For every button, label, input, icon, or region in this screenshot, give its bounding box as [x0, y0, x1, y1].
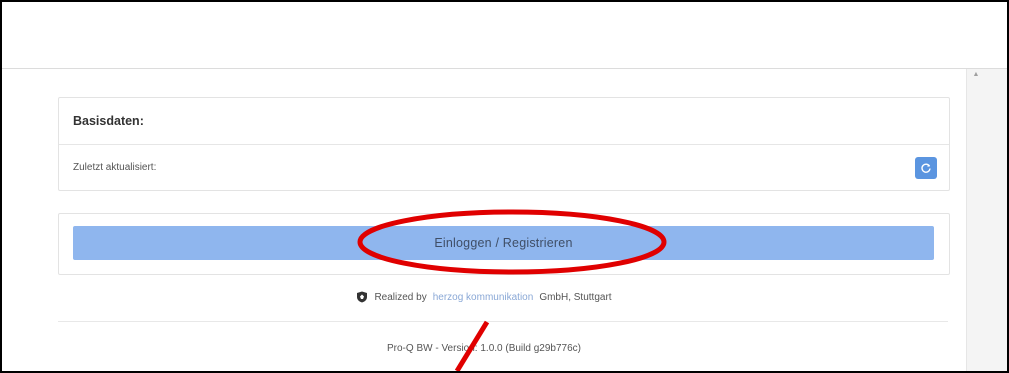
shield-icon: [357, 291, 368, 303]
scroll-up-icon[interactable]: ▲: [971, 71, 981, 79]
browser-frame: Basisdaten: Zuletzt aktualisiert: Einlog…: [0, 0, 1009, 373]
last-updated-row: Zuletzt aktualisiert:: [59, 145, 949, 190]
top-bar: [2, 2, 1007, 69]
main-content: Basisdaten: Zuletzt aktualisiert: Einlog…: [2, 69, 966, 371]
credit-suffix: GmbH, Stuttgart: [539, 291, 612, 303]
footer-divider: [58, 321, 948, 322]
version-text: Pro-Q BW - Version: 1.0.0 (Build g29b776…: [387, 343, 581, 354]
basisdaten-header: Basisdaten:: [59, 98, 949, 145]
basisdaten-title: Basisdaten:: [73, 114, 144, 128]
refresh-icon: [921, 163, 931, 173]
agency-link[interactable]: herzog kommunikation: [433, 292, 534, 303]
last-updated-label: Zuletzt aktualisiert:: [73, 162, 157, 173]
credit-line: Realized by herzog kommunikation GmbH, S…: [2, 291, 966, 303]
login-card: Einloggen / Registrieren: [58, 213, 950, 275]
login-register-button[interactable]: Einloggen / Registrieren: [73, 226, 934, 260]
vertical-scrollbar[interactable]: ▲: [966, 69, 1007, 371]
credit-prefix: Realized by: [374, 291, 427, 303]
refresh-button[interactable]: [915, 156, 937, 179]
basisdaten-card: Basisdaten: Zuletzt aktualisiert:: [58, 97, 950, 191]
